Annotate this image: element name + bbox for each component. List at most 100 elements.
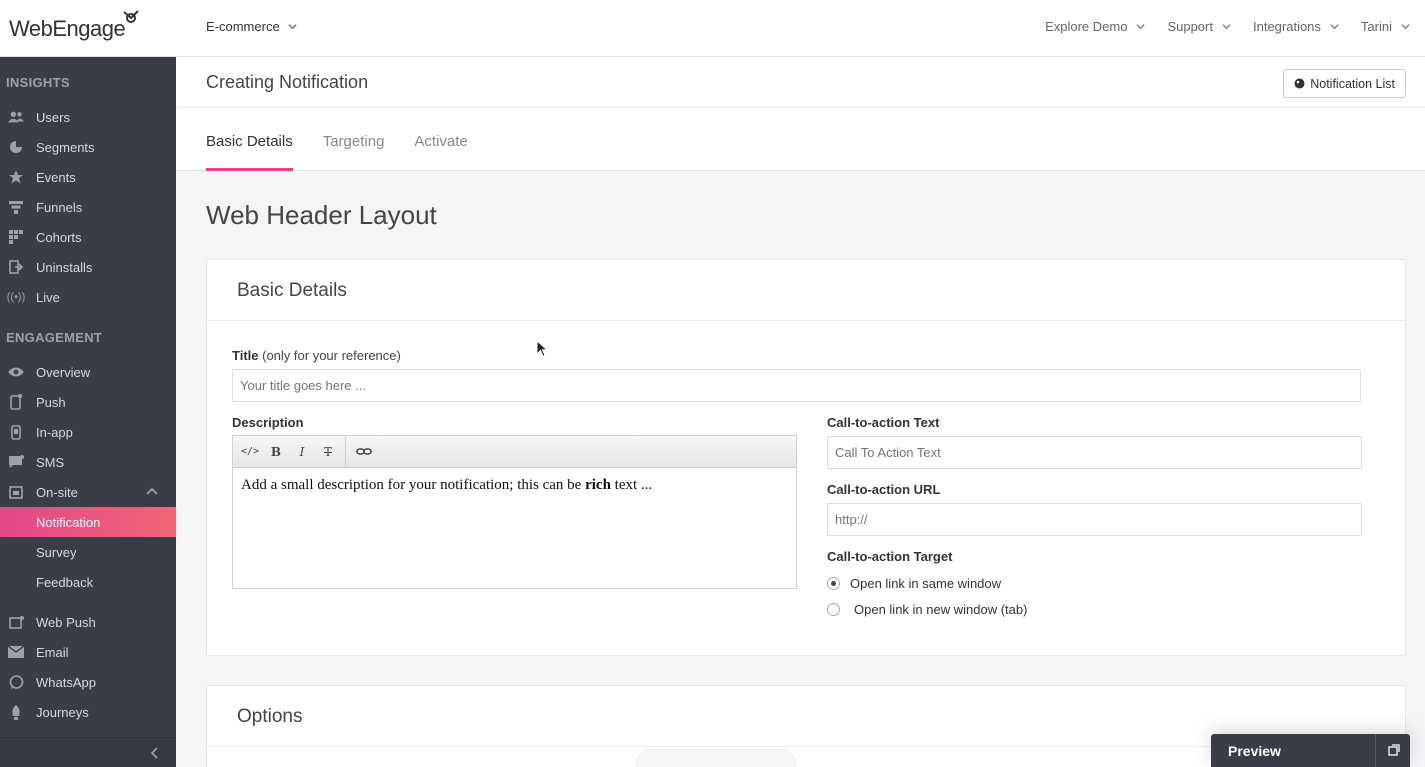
top-bar: WebEngage E-commerce Explore Demo Suppor… <box>0 0 1425 57</box>
sidebar-item-notification[interactable]: Notification <box>0 507 176 537</box>
options-heading: Options <box>237 706 303 727</box>
radio-same-window[interactable] <box>827 577 840 590</box>
user-menu[interactable]: Tarini <box>1361 19 1410 34</box>
sidebar-item-in-app[interactable]: In-app <box>0 417 176 447</box>
mobile-icon <box>8 424 24 440</box>
cta-text-input[interactable] <box>827 436 1362 469</box>
sidebar-item-whatsapp[interactable]: WhatsApp <box>0 667 176 697</box>
code-view-button[interactable]: </> <box>237 436 263 468</box>
description-text: Add a small description for your notific… <box>241 477 586 493</box>
tab-targeting[interactable]: Targeting <box>323 108 385 171</box>
top-nav: Explore Demo Support Integrations Tarini <box>1045 19 1410 34</box>
description-editor: </> B I T Add a small description for yo… <box>232 435 797 589</box>
bold-button[interactable]: B <box>263 436 289 468</box>
sidebar-item-label: SMS <box>36 454 65 470</box>
notification-list-label: Notification List <box>1310 76 1395 91</box>
logo-bird-icon <box>123 10 139 23</box>
card-divider <box>207 320 1405 321</box>
sidebar-item-sms[interactable]: SMS <box>0 447 176 477</box>
grid-icon <box>8 229 24 245</box>
support-menu[interactable]: Support <box>1167 19 1231 34</box>
sidebar-item-label: Events <box>36 169 76 185</box>
chevron-down-icon <box>1222 24 1231 30</box>
cta-url-input[interactable] <box>827 503 1362 536</box>
sidebar-item-live[interactable]: ((•)) Live <box>0 282 176 312</box>
collapse-sidebar-icon[interactable] <box>150 747 158 759</box>
basic-details-card: Basic Details Title (only for your refer… <box>206 259 1406 656</box>
preview-panel-toggle[interactable]: Preview <box>1211 734 1410 767</box>
explore-demo-label: Explore Demo <box>1045 19 1128 34</box>
description-textarea[interactable]: Add a small description for your notific… <box>233 468 796 503</box>
basic-details-heading: Basic Details <box>237 280 347 301</box>
description-bold-text: rich <box>585 477 611 493</box>
sidebar-item-label: Notification <box>36 514 101 530</box>
rocket-icon <box>8 704 24 720</box>
sidebar-item-on-site[interactable]: On-site <box>0 477 176 507</box>
browser-icon <box>8 484 24 500</box>
mouse-cursor-icon <box>536 340 548 358</box>
cta-target-new-window[interactable]: Open link in new window (tab) <box>827 602 1027 617</box>
radio-label: Open link in new window (tab) <box>854 602 1028 617</box>
sidebar-item-label: Feedback <box>36 574 94 590</box>
sidebar-item-cohorts[interactable]: Cohorts <box>0 222 176 252</box>
title-label: Title (only for your reference) <box>232 348 401 363</box>
cta-target-same-window[interactable]: Open link in same window <box>827 576 1001 591</box>
sidebar-item-events[interactable]: Events <box>0 162 176 192</box>
sidebar-item-uninstalls[interactable]: Uninstalls <box>0 252 176 282</box>
chevron-down-icon <box>288 24 297 30</box>
link-button[interactable] <box>345 435 381 468</box>
sidebar-item-label: Live <box>36 289 60 305</box>
user-name: Tarini <box>1360 19 1392 34</box>
sidebar-item-label: Push <box>36 394 66 410</box>
sidebar-item-survey[interactable]: Survey <box>0 537 176 567</box>
sidebar-item-label: Email <box>36 644 69 660</box>
webengage-logo[interactable]: WebEngage <box>9 10 141 42</box>
sidebar-item-journeys[interactable]: Journeys <box>0 697 176 727</box>
sidebar-item-label: Users <box>36 109 70 125</box>
sidebar-item-overview[interactable]: Overview <box>0 357 176 387</box>
strikethrough-button[interactable]: T <box>315 436 341 468</box>
tab-basic-details[interactable]: Basic Details <box>206 108 293 171</box>
chevron-down-icon <box>1401 24 1410 30</box>
tab-activate[interactable]: Activate <box>414 108 467 171</box>
project-selector[interactable]: E-commerce <box>206 19 297 34</box>
sidebar-item-feedback[interactable]: Feedback <box>0 567 176 597</box>
integrations-menu[interactable]: Integrations <box>1253 19 1339 34</box>
sidebar-item-label: Segments <box>36 139 95 155</box>
radio-label: Open link in same window <box>850 576 1002 591</box>
sidebar-item-label: Overview <box>36 364 91 380</box>
italic-button[interactable]: I <box>289 436 315 468</box>
sidebar-item-label: Cohorts <box>36 229 82 245</box>
sidebar-item-funnels[interactable]: Funnels <box>0 192 176 222</box>
notification-list-button[interactable]: Notification List <box>1283 69 1406 98</box>
tag-icon <box>1294 78 1305 89</box>
page-header: Creating Notification Notification List … <box>176 57 1425 171</box>
exit-icon <box>8 259 24 275</box>
layout-option-pill[interactable] <box>636 749 796 767</box>
envelope-icon <box>8 644 24 660</box>
logo-text: WebEngage <box>9 16 126 41</box>
title-label-text: Title <box>232 348 259 363</box>
sidebar-item-web-push[interactable]: Web Push <box>0 607 176 637</box>
web-push-icon <box>8 614 24 630</box>
sidebar-item-push[interactable]: Push <box>0 387 176 417</box>
sidebar-item-users[interactable]: Users <box>0 102 176 132</box>
sidebar-item-segments[interactable]: Segments <box>0 132 176 162</box>
sidebar-item-label: Uninstalls <box>36 259 93 275</box>
sidebar-item-label: Survey <box>36 544 77 560</box>
sidebar-item-label: On-site <box>36 484 78 500</box>
radio-new-window[interactable] <box>827 603 840 616</box>
cta-target-label: Call-to-action Target <box>827 549 953 564</box>
main-content: Creating Notification Notification List … <box>176 57 1425 767</box>
pie-chart-icon <box>8 139 24 155</box>
popout-icon[interactable] <box>1388 744 1400 756</box>
sidebar: INSIGHTS Users Segments Events Funnels C… <box>0 57 176 767</box>
title-input[interactable] <box>232 369 1361 402</box>
title-label-note: (only for your reference) <box>262 348 401 363</box>
editor-toolbar: </> B I T <box>233 435 796 468</box>
preview-label: Preview <box>1228 743 1281 759</box>
explore-demo-menu[interactable]: Explore Demo <box>1045 19 1145 34</box>
support-label: Support <box>1167 19 1213 34</box>
description-text-end: text ... <box>610 477 653 493</box>
sidebar-item-email[interactable]: Email <box>0 637 176 667</box>
